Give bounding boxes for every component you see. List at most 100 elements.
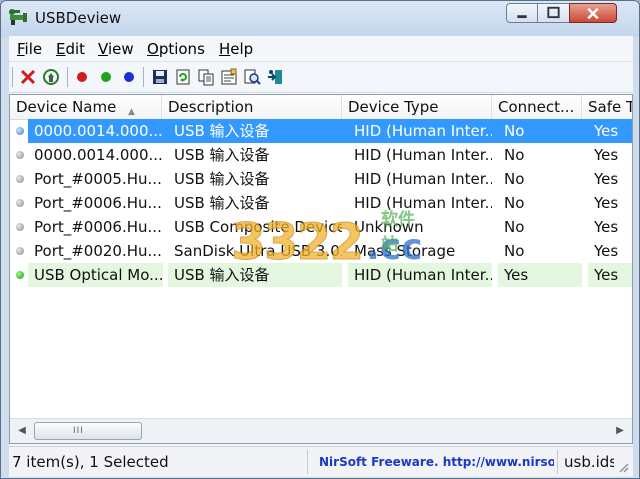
column-connected[interactable]: Connect... <box>492 95 582 119</box>
table-row[interactable]: USB Optical Mo... USB 输入设备 HID (Human Inte… <box>10 263 632 287</box>
cell-safe: Yes <box>588 263 632 287</box>
cell-desc: USB 输入设备 <box>174 146 270 164</box>
status-dot-icon <box>16 199 24 207</box>
cell-device-name: 0000.0014.000... <box>34 146 163 164</box>
cell-desc: USB Composite Device <box>174 218 342 236</box>
cell-connected: No <box>504 146 525 164</box>
table-row[interactable]: 0000.0014.000... USB 输入设备 HID (Human Inter… <box>10 119 632 143</box>
cell-safe: Yes <box>594 218 619 236</box>
refresh-icon[interactable] <box>174 68 192 86</box>
column-header: Device Name ▲ Description Device Type Co… <box>10 95 632 120</box>
save-icon[interactable] <box>151 68 169 86</box>
table-row[interactable]: Port_#0006.Hu... USB 输入设备 HID (Human Inter… <box>10 191 632 215</box>
column-device-type[interactable]: Device Type <box>342 95 492 119</box>
find-icon[interactable] <box>243 68 261 86</box>
cell-device-name: Port_#0005.Hu... <box>34 170 162 188</box>
status-dot-icon <box>16 127 24 135</box>
resize-grip-icon[interactable] <box>617 461 629 473</box>
status-dot-icon <box>16 247 24 255</box>
cell-device-name: Port_#0006.Hu... <box>34 218 162 236</box>
status-usb-ids: usb.ids <box>564 453 614 471</box>
status-dot-icon <box>16 175 24 183</box>
cell-safe: Yes <box>582 119 632 143</box>
cell-connected: No <box>504 194 525 212</box>
cell-connected: No <box>492 119 582 143</box>
cell-type: HID (Human Inter... <box>342 119 492 143</box>
toolbar <box>9 62 633 93</box>
maximize-icon <box>547 6 560 19</box>
column-safe-to-unplug[interactable]: Safe T <box>582 95 632 119</box>
app-window: USBDeview File Edit View Options Help De… <box>0 0 640 479</box>
minimize-button[interactable] <box>506 3 538 23</box>
blue-dot-icon[interactable] <box>124 72 134 82</box>
green-dot-icon[interactable] <box>101 72 111 82</box>
cell-desc: USB 输入设备 <box>174 170 270 188</box>
cell-connected: Yes <box>498 263 582 287</box>
horizontal-scrollbar[interactable]: ◀ III ▶ <box>10 418 632 443</box>
table-row[interactable]: 0000.0014.000... USB 输入设备 HID (Human Inter… <box>10 143 632 167</box>
status-separator <box>307 450 308 474</box>
scroll-thumb[interactable]: III <box>34 422 142 440</box>
red-dot-icon[interactable] <box>77 72 87 82</box>
cell-desc: USB 输入设备 <box>162 119 342 143</box>
menu-file[interactable]: File <box>17 40 42 58</box>
cell-connected: No <box>504 242 525 260</box>
cell-connected: No <box>504 170 525 188</box>
status-dot-icon <box>16 223 24 231</box>
minimize-icon <box>517 15 527 19</box>
copy-icon[interactable] <box>197 68 215 86</box>
cell-device-name: 0000.0014.000... <box>28 119 163 143</box>
cell-device-name: Port_#0020.Hu... <box>34 242 162 260</box>
scroll-right-icon[interactable]: ▶ <box>612 423 628 439</box>
table-row[interactable]: Port_#0006.Hu... USB Composite Device Unkn… <box>10 215 632 239</box>
menu-edit[interactable]: Edit <box>56 40 85 58</box>
maximize-button[interactable] <box>537 3 570 23</box>
cell-type: HID (Human Inter... <box>354 146 492 164</box>
status-item-count: 7 item(s), 1 Selected <box>12 453 169 471</box>
cell-device-name: USB Optical Mo... <box>28 263 163 287</box>
cell-desc: USB 输入设备 <box>168 263 342 287</box>
scroll-left-icon[interactable]: ◀ <box>14 423 30 439</box>
close-button[interactable] <box>569 3 617 23</box>
cell-device-name: Port_#0006.Hu... <box>34 194 162 212</box>
cell-type: HID (Human Inter... <box>348 263 492 287</box>
toolbar-separator <box>67 67 68 87</box>
column-description[interactable]: Description <box>162 95 342 119</box>
cell-safe: Yes <box>594 194 619 212</box>
client-area: File Edit View Options Help Device Name … <box>9 36 633 477</box>
nirsoft-link[interactable]: NirSoft Freeware. http://www.nirsoft.net <box>319 450 554 474</box>
uninstall-x-icon[interactable] <box>19 68 37 86</box>
usb-app-icon <box>9 9 27 25</box>
title-bar[interactable]: USBDeview <box>1 1 639 37</box>
sort-ascending-icon: ▲ <box>128 107 135 117</box>
cell-safe: Yes <box>594 146 619 164</box>
cell-desc: USB 输入设备 <box>174 194 270 212</box>
cell-type: HID (Human Inter... <box>354 194 492 212</box>
cell-type: Unknown <box>354 218 424 236</box>
scroll-grip: III <box>73 426 84 436</box>
menu-help[interactable]: Help <box>219 40 253 58</box>
menu-bar: File Edit View Options Help <box>9 36 633 62</box>
window-title: USBDeview <box>35 9 122 27</box>
cell-desc: SanDisk Ultra USB 3.0... <box>174 242 342 260</box>
recycle-icon[interactable] <box>42 68 60 86</box>
menu-view[interactable]: View <box>98 40 134 58</box>
menu-options[interactable]: Options <box>147 40 205 58</box>
status-bar: 7 item(s), 1 Selected NirSoft Freeware. … <box>9 446 633 477</box>
green-status-dot-icon <box>16 271 24 279</box>
column-device-name[interactable]: Device Name ▲ <box>10 95 162 119</box>
toolbar-separator <box>143 67 144 87</box>
cell-connected: No <box>504 218 525 236</box>
close-icon <box>587 7 599 20</box>
status-separator <box>557 450 558 474</box>
properties-icon[interactable] <box>220 68 238 86</box>
cell-safe: Yes <box>594 170 619 188</box>
exit-icon[interactable] <box>266 68 284 86</box>
table-row[interactable]: Port_#0005.Hu... USB 输入设备 HID (Human Inter… <box>10 167 632 191</box>
toolbar-separator <box>12 67 13 87</box>
cell-safe: Yes <box>594 242 619 260</box>
table-row[interactable]: Port_#0020.Hu... SanDisk Ultra USB 3.0...… <box>10 239 632 263</box>
cell-type: Mass Storage <box>354 242 456 260</box>
cell-type: HID (Human Inter... <box>354 170 492 188</box>
device-list[interactable]: Device Name ▲ Description Device Type Co… <box>9 94 633 444</box>
